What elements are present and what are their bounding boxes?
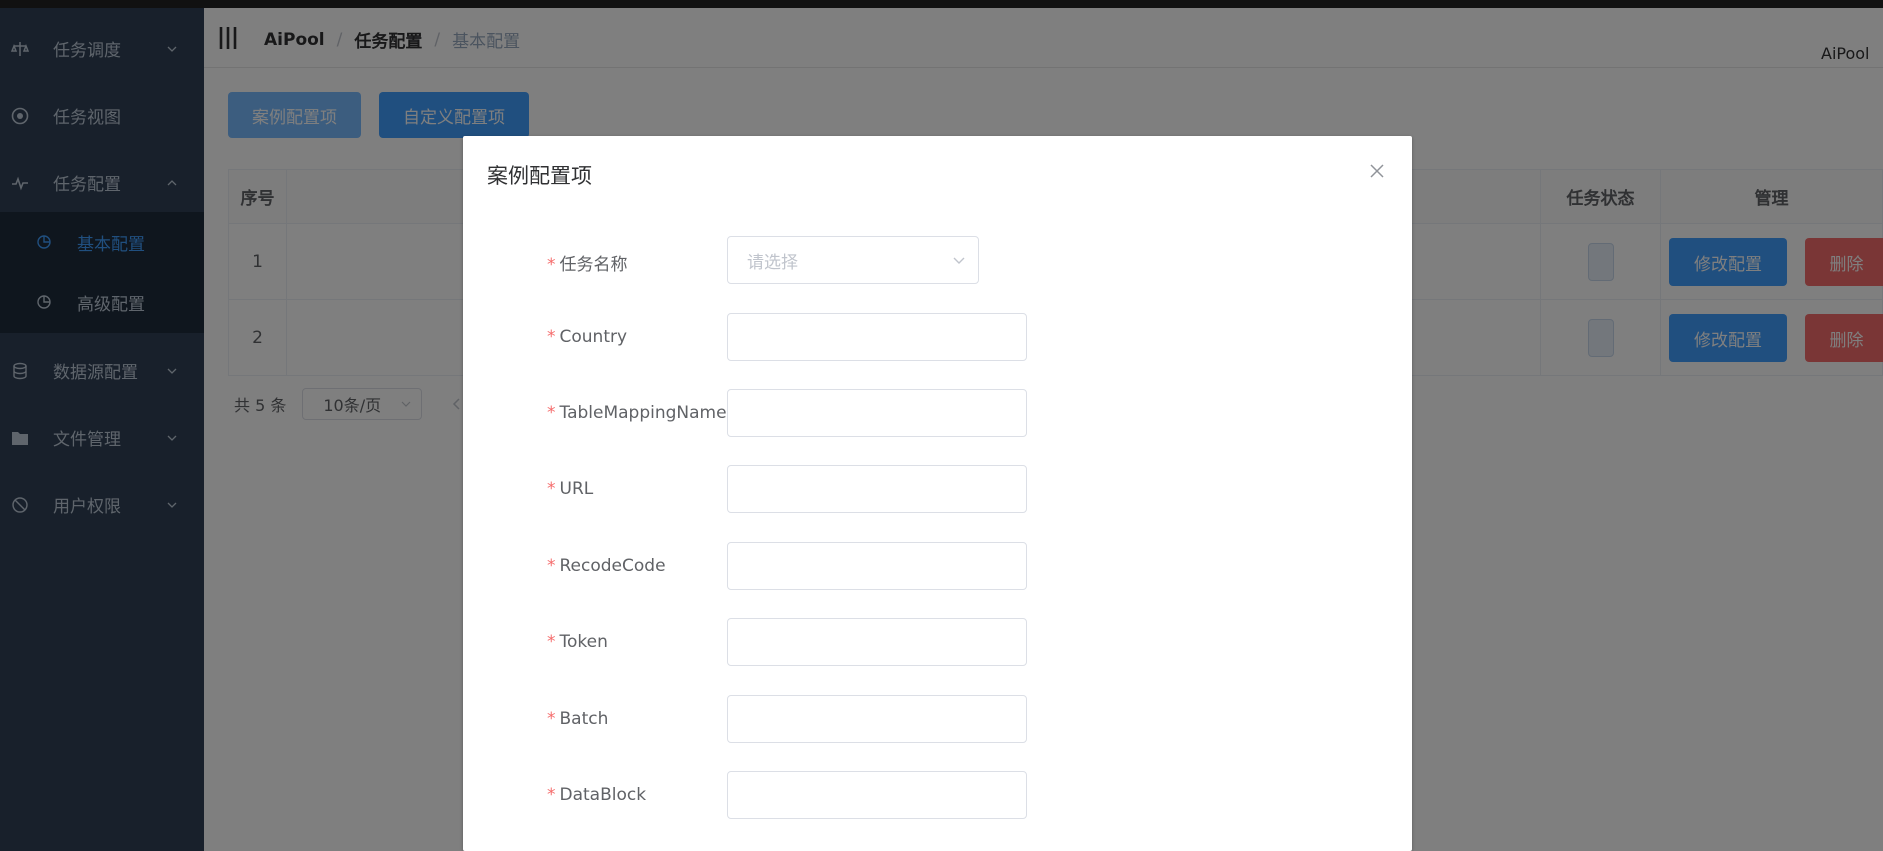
country-field[interactable]: [727, 313, 1027, 361]
chevron-down-icon: [953, 257, 965, 264]
form-row-batch: * Batch: [463, 695, 1412, 745]
form-row-recode-code: * RecodeCode: [463, 542, 1412, 592]
required-mark: *: [547, 785, 556, 805]
form-label: * Country: [547, 327, 627, 347]
form-label-text: Token: [559, 632, 608, 652]
table-mapping-name-field[interactable]: [727, 389, 1027, 437]
required-mark: *: [547, 479, 556, 499]
url-field[interactable]: [727, 465, 1027, 513]
required-mark: *: [547, 255, 556, 275]
form-row-country: * Country: [463, 313, 1412, 363]
form-row-task-name: * 任务名称 请选择: [463, 236, 1412, 286]
form-label: * TableMappingName: [547, 403, 727, 423]
form-row-table-mapping-name: * TableMappingName: [463, 389, 1412, 439]
form-row-token: * Token: [463, 618, 1412, 668]
required-mark: *: [547, 632, 556, 652]
recode-code-field[interactable]: [727, 542, 1027, 590]
dialog-title: 案例配置项: [487, 164, 592, 188]
token-field[interactable]: [727, 618, 1027, 666]
required-mark: *: [547, 403, 556, 423]
task-name-select[interactable]: 请选择: [727, 236, 979, 284]
form-label-text: Batch: [559, 709, 609, 729]
form-label: * DataBlock: [547, 785, 646, 805]
form-label: * RecodeCode: [547, 556, 666, 576]
batch-field[interactable]: [727, 695, 1027, 743]
close-icon[interactable]: [1369, 163, 1385, 179]
form-label-text: RecodeCode: [559, 556, 666, 576]
form-label-text: DataBlock: [559, 785, 647, 805]
top-strip: [0, 0, 1883, 8]
form-label-text: URL: [559, 479, 594, 499]
required-mark: *: [547, 327, 556, 347]
form-label: * Token: [547, 632, 608, 652]
form-label-text: TableMappingName: [559, 403, 727, 423]
form-label-text: 任务名称: [559, 255, 628, 275]
form-label-text: Country: [559, 327, 628, 347]
data-block-field[interactable]: [727, 771, 1027, 819]
form-row-data-block: * DataBlock: [463, 771, 1412, 821]
required-mark: *: [547, 709, 556, 729]
form-label: * Batch: [547, 709, 608, 729]
form-label: * 任务名称: [547, 250, 628, 275]
form-row-url: * URL: [463, 465, 1412, 515]
task-name-placeholder: 请选择: [747, 252, 798, 273]
required-mark: *: [547, 556, 556, 576]
form-label: * URL: [547, 479, 593, 499]
case-config-dialog: 案例配置项 * 任务名称 请选择 * Country * TableMappingNa…: [463, 136, 1412, 851]
